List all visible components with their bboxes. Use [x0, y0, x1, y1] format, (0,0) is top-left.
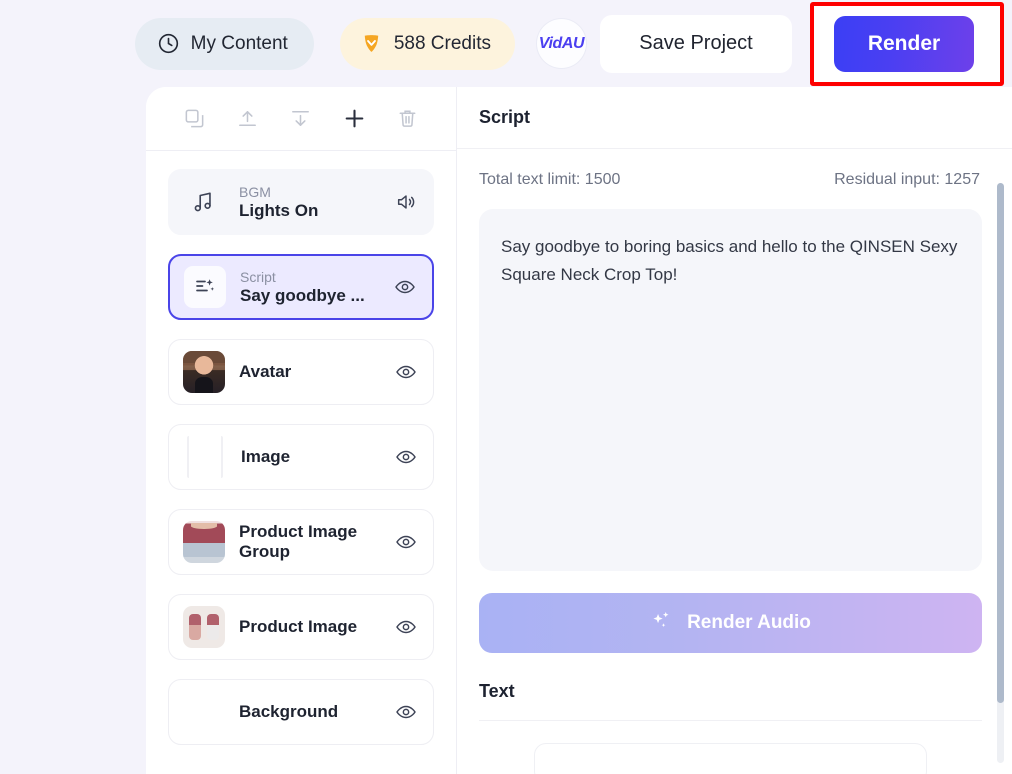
- eye-icon[interactable]: [393, 699, 419, 725]
- layers-toolbar: [146, 87, 456, 151]
- script-input[interactable]: [479, 209, 982, 571]
- residual-input-label: Residual input: 1257: [834, 171, 980, 188]
- my-content-label: My Content: [190, 32, 288, 54]
- eye-icon[interactable]: [393, 529, 419, 555]
- vidau-logo-text: VidAU: [538, 34, 585, 52]
- image-thumbnail: [187, 436, 223, 478]
- delete-icon[interactable]: [391, 103, 423, 135]
- speaker-icon[interactable]: [393, 189, 419, 215]
- eye-icon[interactable]: [393, 359, 419, 385]
- list-item-title: Lights On: [239, 201, 319, 220]
- page-title: Script: [479, 107, 531, 127]
- layers-list[interactable]: BGM Lights On Script Say goodbye ... Ava…: [146, 151, 456, 774]
- save-project-button[interactable]: Save Project: [600, 14, 792, 73]
- list-item-text: BGM Lights On: [239, 183, 385, 221]
- move-to-top-icon[interactable]: [232, 103, 264, 135]
- list-item-text: Background: [183, 702, 385, 722]
- move-to-bottom-icon[interactable]: [285, 103, 317, 135]
- editor-panel: BGM Lights On Script Say goodbye ... Ava…: [146, 87, 1012, 774]
- top-bar: My Content 588 Credits VidAU Save Projec…: [0, 0, 1012, 87]
- list-item-subtitle: BGM: [239, 184, 271, 200]
- eye-icon[interactable]: [393, 614, 419, 640]
- list-item-text: Product Image: [239, 617, 385, 637]
- add-icon[interactable]: [338, 103, 370, 135]
- render-button[interactable]: Render: [834, 15, 974, 72]
- text-section-field[interactable]: [534, 743, 927, 774]
- list-item[interactable]: BGM Lights On: [168, 169, 434, 235]
- avatar: [183, 351, 225, 393]
- list-item-title: Say goodbye ...: [240, 286, 365, 305]
- eye-icon[interactable]: [393, 444, 419, 470]
- script-scrollbar-thumb[interactable]: [997, 183, 1004, 703]
- layers-panel: BGM Lights On Script Say goodbye ... Ava…: [146, 87, 457, 774]
- list-item[interactable]: Script Say goodbye ...: [168, 254, 434, 320]
- script-panel: Script Total text limit: 1500 Residual i…: [457, 87, 1012, 774]
- eye-icon[interactable]: [392, 274, 418, 300]
- list-item[interactable]: Product Image Group: [168, 509, 434, 575]
- list-item[interactable]: Image: [168, 424, 434, 490]
- render-annotation-box: Render: [810, 1, 1004, 86]
- list-item-subtitle: Script: [240, 269, 276, 285]
- list-item[interactable]: Product Image: [168, 594, 434, 660]
- total-text-limit-label: Total text limit: 1500: [479, 171, 621, 188]
- render-audio-label: Render Audio: [687, 612, 811, 633]
- list-item-title: Background: [239, 702, 339, 721]
- list-item-title: Product Image: [239, 617, 358, 636]
- product-image-thumbnail: [183, 606, 225, 648]
- music-note-icon: [183, 181, 225, 223]
- credits-button[interactable]: 588 Credits: [339, 17, 515, 70]
- render-audio-button[interactable]: Render Audio: [479, 593, 982, 653]
- script-panel-header: Script: [457, 87, 1012, 149]
- list-item-title: Product Image Group: [239, 522, 358, 561]
- text-section-title: Text: [479, 681, 982, 721]
- list-item-title: Image: [241, 447, 291, 466]
- list-item-text: Product Image Group: [239, 522, 385, 562]
- my-content-button[interactable]: My Content: [134, 17, 314, 70]
- vidau-logo[interactable]: VidAU: [537, 19, 586, 68]
- list-item[interactable]: Background: [168, 679, 434, 745]
- list-item-text: Avatar: [239, 362, 385, 382]
- sparkle-icon: [650, 609, 673, 638]
- list-item-text: Script Say goodbye ...: [240, 268, 384, 306]
- heart-badge-icon: [360, 32, 383, 55]
- duplicate-icon[interactable]: [179, 103, 211, 135]
- credits-label: 588 Credits: [393, 32, 491, 54]
- product-image-group-thumbnail: [183, 521, 225, 563]
- list-item-title: Avatar: [239, 362, 292, 381]
- script-limits: Total text limit: 1500 Residual input: 1…: [479, 171, 982, 189]
- app-root: My Content 588 Credits VidAU Save Projec…: [0, 0, 1012, 774]
- clock-icon: [157, 32, 180, 55]
- script-panel-body: Total text limit: 1500 Residual input: 1…: [457, 149, 1012, 774]
- list-item-text: Image: [241, 447, 385, 467]
- script-sparkle-icon: [184, 266, 226, 308]
- list-item[interactable]: Avatar: [168, 339, 434, 405]
